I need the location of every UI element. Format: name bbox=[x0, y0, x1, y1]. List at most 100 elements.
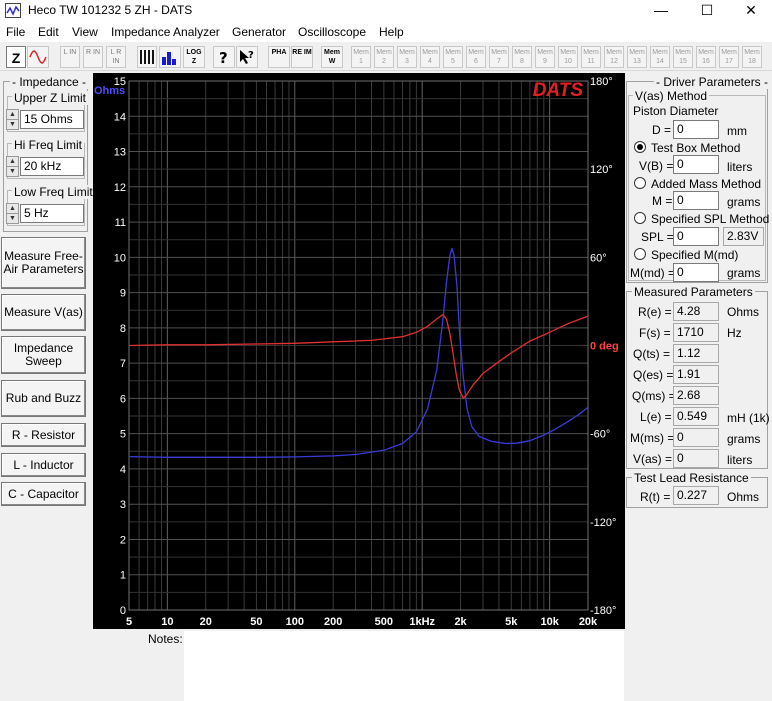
test-box-radio[interactable] bbox=[634, 141, 646, 153]
menu-view[interactable]: View bbox=[72, 25, 98, 39]
mms-unit: grams bbox=[727, 432, 761, 446]
spin-down-icon[interactable]: ▼ bbox=[7, 167, 18, 177]
mem-2-button[interactable]: Mem 2 bbox=[374, 46, 394, 68]
impedance-mode-button[interactable]: Z bbox=[6, 46, 26, 68]
menu-impedance-analyzer[interactable]: Impedance Analyzer bbox=[111, 25, 220, 39]
mem-11-button[interactable]: Mem 11 bbox=[581, 46, 601, 68]
mem-7-button[interactable]: Mem 7 bbox=[489, 46, 509, 68]
mem-label: Mem bbox=[652, 49, 668, 56]
sine-wave-button[interactable] bbox=[27, 46, 49, 68]
phase-button[interactable]: PHA bbox=[268, 46, 290, 68]
left-input-button[interactable]: L IN bbox=[60, 46, 80, 68]
mem-number: 14 bbox=[656, 58, 664, 65]
specified-mmd-radio[interactable] bbox=[634, 248, 646, 260]
low-freq-input[interactable]: 5 Hz bbox=[20, 204, 84, 223]
menu-file[interactable]: File bbox=[6, 25, 25, 39]
hi-freq-spinner[interactable]: ▲ ▼ bbox=[6, 156, 19, 177]
mem-label: Mem bbox=[353, 49, 369, 56]
mem-17-button[interactable]: Mem 17 bbox=[719, 46, 739, 68]
upper-z-spinner[interactable]: ▲ ▼ bbox=[6, 109, 19, 130]
right-input-button[interactable]: R IN bbox=[83, 46, 103, 68]
spin-up-icon[interactable]: ▲ bbox=[7, 204, 18, 214]
vb-unit: liters bbox=[727, 160, 753, 174]
keyboard-button[interactable] bbox=[137, 46, 157, 68]
mem-write-button[interactable]: Mem W bbox=[321, 46, 343, 68]
mem-3-button[interactable]: Mem 3 bbox=[397, 46, 417, 68]
vb-input[interactable]: 0 bbox=[673, 155, 719, 174]
specified-mmd-label[interactable]: Specified M(md) bbox=[651, 248, 738, 262]
y-right-axis-label: 0 deg bbox=[590, 341, 619, 353]
hi-freq-input[interactable]: 20 kHz bbox=[20, 157, 84, 176]
mem-9-button[interactable]: Mem 9 bbox=[535, 46, 555, 68]
mem-10-button[interactable]: Mem 10 bbox=[558, 46, 578, 68]
test-box-label[interactable]: Test Box Method bbox=[651, 141, 740, 155]
mem-18-button[interactable]: Mem 18 bbox=[742, 46, 762, 68]
spin-up-icon[interactable]: ▲ bbox=[7, 110, 18, 120]
notes-textarea[interactable] bbox=[184, 631, 624, 701]
rt-value: 0.227 bbox=[673, 486, 719, 505]
spl-input[interactable]: 0 bbox=[673, 227, 719, 246]
specified-spl-radio[interactable] bbox=[634, 212, 646, 224]
chart-title: DATS bbox=[533, 80, 584, 101]
x-tick-label: 500 bbox=[375, 616, 393, 628]
left-right-input-button[interactable]: L R IN bbox=[106, 46, 126, 68]
capacitor-button[interactable]: C - Capacitor bbox=[1, 482, 86, 506]
mem-14-button[interactable]: Mem 14 bbox=[650, 46, 670, 68]
le-unit: mH (1k) bbox=[727, 411, 770, 425]
menu-help[interactable]: Help bbox=[379, 25, 404, 39]
mem-15-button[interactable]: Mem 15 bbox=[673, 46, 693, 68]
mem-5-button[interactable]: Mem 5 bbox=[443, 46, 463, 68]
mem-4-button[interactable]: Mem 4 bbox=[420, 46, 440, 68]
x-tick-label: 200 bbox=[324, 616, 342, 628]
context-help-button[interactable]: ? bbox=[236, 46, 258, 68]
fs-unit: Hz bbox=[727, 326, 742, 340]
question-icon: ? bbox=[219, 49, 228, 66]
resistor-button[interactable]: R - Resistor bbox=[1, 423, 86, 447]
vas-label: V(as) = bbox=[633, 452, 673, 466]
mem-number: 11 bbox=[587, 58, 595, 65]
mem-13-button[interactable]: Mem 13 bbox=[627, 46, 647, 68]
spin-down-icon[interactable]: ▼ bbox=[7, 214, 18, 224]
mem-8-button[interactable]: Mem 8 bbox=[512, 46, 532, 68]
help-query-button[interactable]: ? bbox=[213, 46, 235, 68]
measure-vas-button[interactable]: Measure V(as) bbox=[1, 294, 86, 331]
title-bar: Heco TW 101232 5 ZH - DATS — ☐ ✕ bbox=[0, 0, 772, 22]
real-imag-button[interactable]: RE IM bbox=[291, 46, 313, 68]
mem-number: 5 bbox=[451, 58, 455, 65]
qes-label: Q(es) = bbox=[633, 368, 674, 382]
qts-value: 1.12 bbox=[673, 344, 719, 363]
x-tick-label: 50 bbox=[250, 616, 262, 628]
inductor-button[interactable]: L - Inductor bbox=[1, 453, 86, 477]
mem-16-button[interactable]: Mem 16 bbox=[696, 46, 716, 68]
mem-number: 4 bbox=[428, 58, 432, 65]
menu-oscilloscope[interactable]: Oscilloscope bbox=[298, 25, 366, 39]
re-unit: Ohms bbox=[727, 305, 760, 319]
spin-down-icon[interactable]: ▼ bbox=[7, 120, 18, 130]
mem-12-button[interactable]: Mem 12 bbox=[604, 46, 624, 68]
d-input[interactable]: 0 bbox=[673, 120, 719, 139]
m-input[interactable]: 0 bbox=[673, 191, 719, 210]
measure-free-air-button[interactable]: Measure Free-Air Parameters bbox=[1, 237, 86, 289]
minimize-button[interactable]: — bbox=[638, 0, 684, 22]
menu-edit[interactable]: Edit bbox=[38, 25, 59, 39]
added-mass-label[interactable]: Added Mass Method bbox=[651, 177, 761, 191]
log-z-button[interactable]: LOG Z bbox=[183, 46, 205, 68]
close-button[interactable]: ✕ bbox=[728, 0, 772, 22]
specified-spl-label[interactable]: Specified SPL Method bbox=[651, 212, 769, 226]
impedance-sweep-button[interactable]: Impedance Sweep bbox=[1, 336, 86, 374]
fs-value: 1710 bbox=[673, 323, 719, 342]
spin-up-icon[interactable]: ▲ bbox=[7, 157, 18, 167]
mmd-input[interactable]: 0 bbox=[673, 263, 719, 282]
mem-1-button[interactable]: Mem 1 bbox=[351, 46, 371, 68]
low-freq-spinner[interactable]: ▲ ▼ bbox=[6, 203, 19, 224]
upper-z-input[interactable]: 15 Ohms bbox=[20, 110, 84, 129]
mem-number: 2 bbox=[382, 58, 386, 65]
upper-z-label: Upper Z Limit bbox=[12, 91, 89, 105]
mem-6-button[interactable]: Mem 6 bbox=[466, 46, 486, 68]
histogram-button[interactable] bbox=[159, 46, 181, 68]
maximize-button[interactable]: ☐ bbox=[684, 0, 730, 22]
menu-generator[interactable]: Generator bbox=[232, 25, 286, 39]
pointer-question-icon: ? bbox=[240, 50, 254, 64]
rub-and-buzz-button[interactable]: Rub and Buzz bbox=[1, 380, 86, 417]
added-mass-radio[interactable] bbox=[634, 177, 646, 189]
